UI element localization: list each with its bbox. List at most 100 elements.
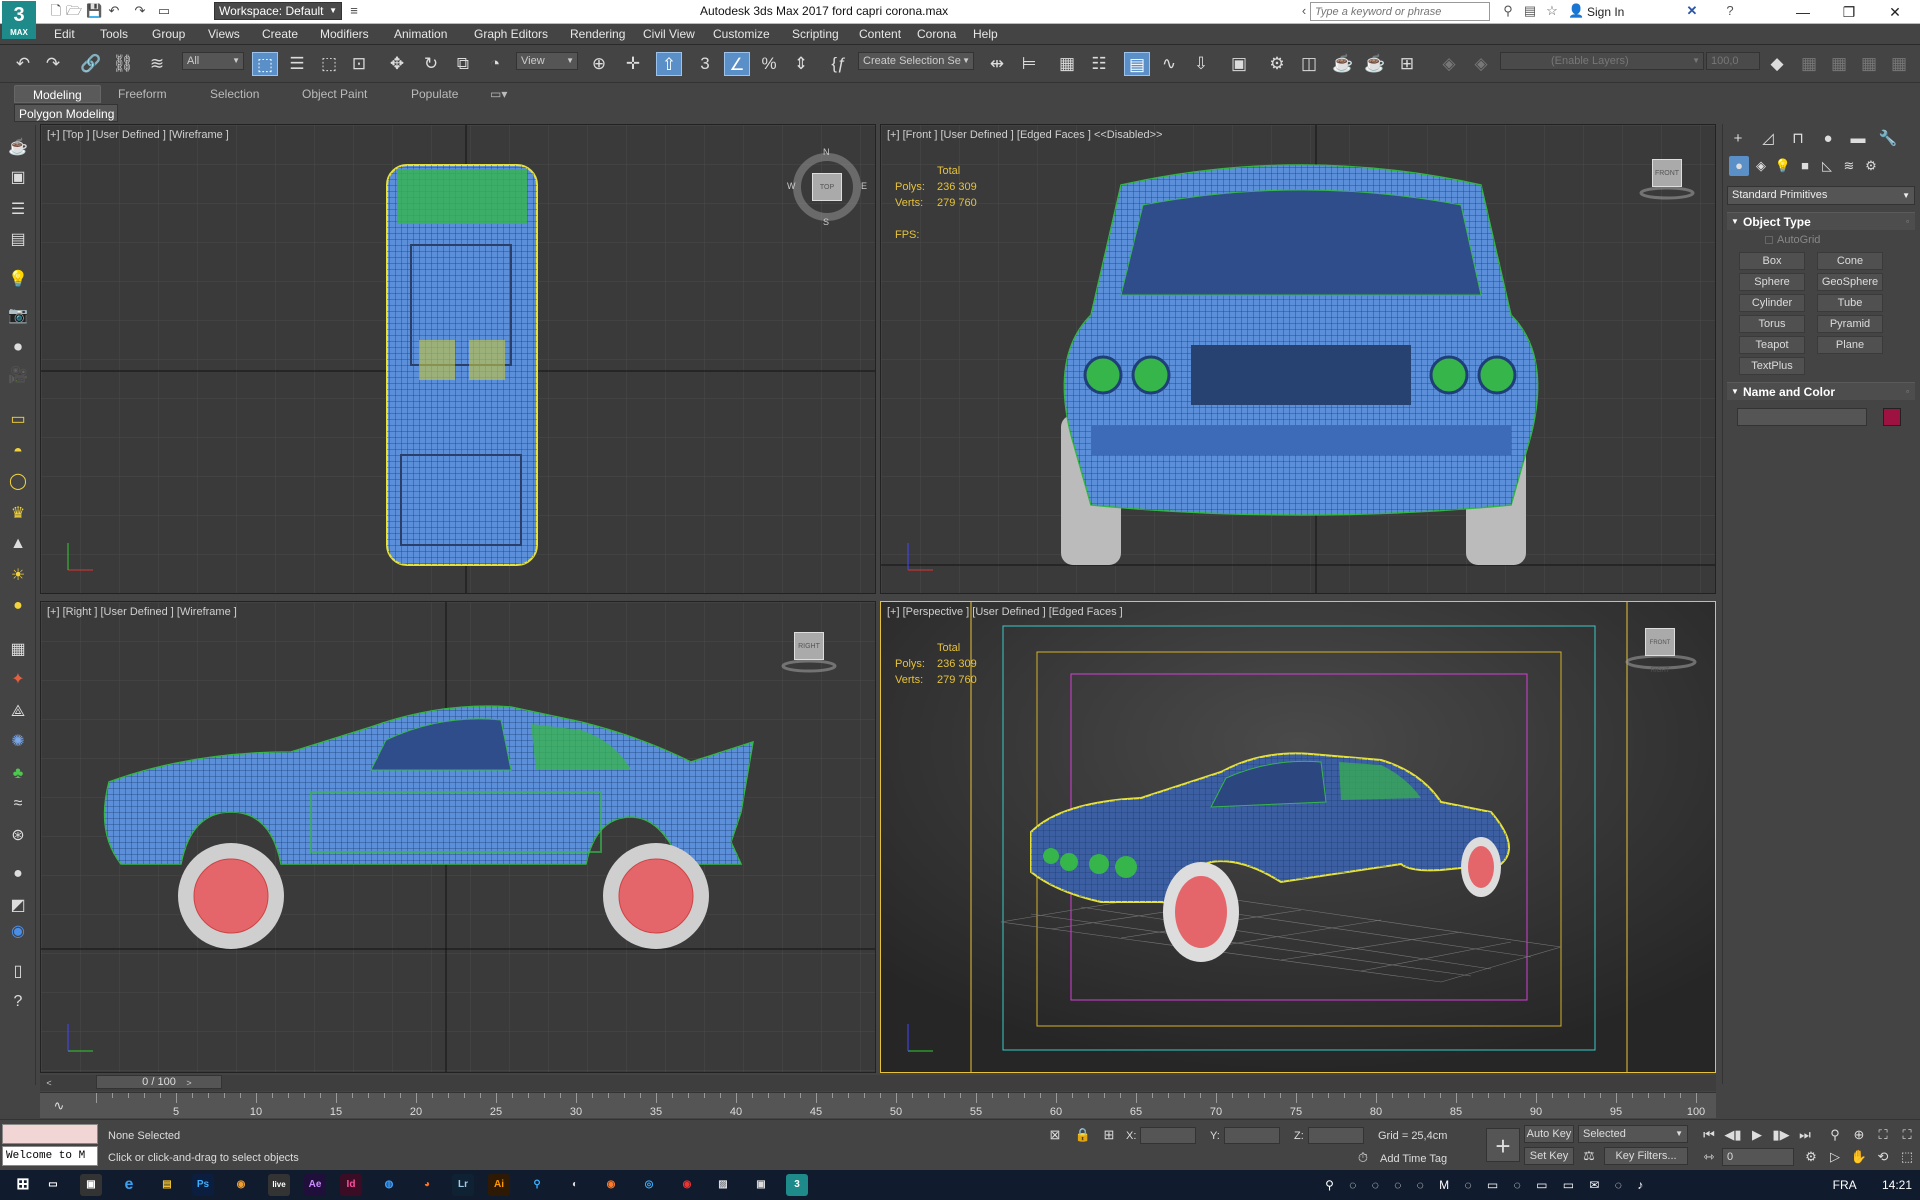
curve-editor-mini-icon[interactable]: ∿ bbox=[50, 1097, 68, 1115]
viewport-label[interactable]: [+] [Front ] [User Defined ] [Edged Face… bbox=[887, 129, 1162, 141]
layer-paste-icon[interactable]: ▦ bbox=[1856, 52, 1882, 76]
help-circle-icon[interactable]: ? bbox=[6, 991, 30, 1013]
sphere-light-icon[interactable]: ◯ bbox=[6, 471, 30, 493]
menu-graph-editors[interactable]: Graph Editors bbox=[474, 27, 548, 41]
pivot-center-icon[interactable]: ⊕ bbox=[586, 52, 612, 76]
sphere-button[interactable]: Sphere bbox=[1739, 273, 1805, 291]
menu-customize[interactable]: Customize bbox=[713, 27, 770, 41]
plane-button[interactable]: Plane bbox=[1817, 336, 1883, 354]
viewcube-face[interactable]: RIGHT bbox=[794, 632, 824, 660]
particles-icon[interactable]: ✦ bbox=[6, 669, 30, 691]
a360-render-icon[interactable]: ⊞ bbox=[1394, 52, 1420, 76]
viewcube-front[interactable]: FRONT bbox=[1639, 155, 1695, 205]
modify-tab-icon[interactable]: ◿ bbox=[1757, 128, 1779, 150]
isolate-selection-icon[interactable]: ⊠ bbox=[1046, 1126, 1064, 1144]
layer-tool-icon[interactable]: ◆ bbox=[1764, 52, 1790, 76]
live-icon[interactable]: live bbox=[268, 1174, 290, 1196]
next-frame-icon[interactable]: ▮▶ bbox=[1772, 1126, 1790, 1144]
hair-icon[interactable]: ≈ bbox=[6, 793, 30, 815]
primitives-dropdown[interactable]: Standard Primitives ▼ bbox=[1727, 186, 1915, 205]
curve-editor-icon[interactable]: ∿ bbox=[1156, 52, 1182, 76]
menu-modifiers[interactable]: Modifiers bbox=[320, 27, 369, 41]
teapot-icon[interactable]: ☕ bbox=[6, 137, 30, 159]
maximize-icon[interactable]: ❐ bbox=[1826, 0, 1872, 24]
tab-freeform[interactable]: Freeform bbox=[118, 87, 167, 101]
menu-animation[interactable]: Animation bbox=[394, 27, 447, 41]
plant-icon[interactable]: ♣ bbox=[6, 763, 30, 785]
menu-help[interactable]: Help bbox=[973, 27, 998, 41]
tube-button[interactable]: Tube bbox=[1817, 294, 1883, 312]
cameras-icon[interactable]: ■ bbox=[1795, 156, 1815, 176]
app-icon-7[interactable]: ▣ bbox=[750, 1174, 772, 1196]
plane-light-icon[interactable]: ▭ bbox=[6, 409, 30, 431]
selection-region-icon[interactable]: ⬚ bbox=[316, 52, 342, 76]
shapes-icon[interactable]: ◈ bbox=[1751, 156, 1771, 176]
x-coordinate-field[interactable] bbox=[1140, 1127, 1196, 1144]
app-icon-3[interactable]: ◐ bbox=[564, 1174, 586, 1196]
pyramid-button[interactable]: Pyramid bbox=[1817, 315, 1883, 333]
utilities-tab-icon[interactable]: 🔧 bbox=[1877, 128, 1899, 150]
helper-icon[interactable]: ⟁ bbox=[6, 701, 30, 723]
cone-icon[interactable]: ▲ bbox=[6, 533, 30, 555]
app-icon-2[interactable]: ◍ bbox=[378, 1174, 400, 1196]
material-editor-icon[interactable]: ▣ bbox=[1226, 52, 1252, 76]
mirror-icon[interactable]: ⇹ bbox=[984, 52, 1010, 76]
video-camera-icon[interactable]: 🎥 bbox=[6, 365, 30, 387]
viewport-perspective[interactable]: [+] [Perspective ] [User Defined ] [Edge… bbox=[880, 601, 1716, 1073]
rotate-icon[interactable]: ↻ bbox=[418, 52, 444, 76]
tab-selection[interactable]: Selection bbox=[210, 87, 259, 101]
time-prev-icon[interactable]: < bbox=[42, 1075, 56, 1091]
menu-tools[interactable]: Tools bbox=[100, 27, 128, 41]
material-icon[interactable]: ◩ bbox=[6, 895, 30, 917]
maxscript-mini-listener-top[interactable] bbox=[2, 1124, 98, 1144]
menu-scripting[interactable]: Scripting bbox=[792, 27, 839, 41]
toggle-scene-explorer-icon[interactable]: ▦ bbox=[1054, 52, 1080, 76]
menu-group[interactable]: Group bbox=[152, 27, 185, 41]
texture-icon[interactable]: ⊛ bbox=[6, 825, 30, 847]
render-production-icon[interactable]: ☕ bbox=[1330, 52, 1356, 76]
cylinder-button[interactable]: Cylinder bbox=[1739, 294, 1805, 312]
name-and-color-rollout[interactable]: ▼ Name and Color ▫ bbox=[1727, 382, 1915, 400]
play-icon[interactable]: ▶ bbox=[1748, 1126, 1766, 1144]
search-input[interactable] bbox=[1310, 2, 1490, 21]
autogrid-checkbox[interactable]: AutoGrid bbox=[1765, 234, 1820, 246]
light-bulb-icon[interactable]: 💡 bbox=[6, 269, 30, 291]
move-icon[interactable]: ✥ bbox=[384, 52, 410, 76]
undo-icon[interactable]: ↶ bbox=[10, 52, 36, 76]
tab-modeling[interactable]: Modeling bbox=[14, 85, 101, 103]
tab-object-paint[interactable]: Object Paint bbox=[302, 87, 367, 101]
select-manipulate-icon[interactable]: ✛ bbox=[620, 52, 646, 76]
3dsmax-taskbar-icon[interactable]: 3 bbox=[786, 1174, 808, 1196]
chrome-icon[interactable]: ◉ bbox=[230, 1174, 252, 1196]
viewcube-top[interactable]: TOP N E S W bbox=[787, 147, 867, 227]
photoshop-icon[interactable]: Ps bbox=[192, 1174, 214, 1196]
y-coordinate-field[interactable] bbox=[1224, 1127, 1280, 1144]
globe-icon[interactable]: ✺ bbox=[6, 731, 30, 753]
help-icon[interactable]: ? bbox=[1722, 3, 1738, 19]
previous-frame-icon[interactable]: ◀▮ bbox=[1724, 1126, 1742, 1144]
select-object-icon[interactable]: ⬚ bbox=[252, 52, 278, 76]
tab-populate[interactable]: Populate bbox=[411, 87, 458, 101]
render-setup-icon[interactable]: ⚙ bbox=[1264, 52, 1290, 76]
save-icon[interactable]: 💾 bbox=[86, 3, 102, 19]
go-to-end-icon[interactable]: ⏭ bbox=[1796, 1126, 1814, 1144]
viewport-label[interactable]: [+] [Top ] [User Defined ] [Wireframe ] bbox=[47, 129, 229, 141]
search-app-icon[interactable]: ⚲ bbox=[526, 1174, 548, 1196]
go-to-start-icon[interactable]: ⏮ bbox=[1700, 1126, 1718, 1144]
app-icon-5[interactable]: ◎ bbox=[638, 1174, 660, 1196]
viewcube-perspective[interactable]: FRONT RIGHT bbox=[1625, 624, 1697, 674]
viewport-right[interactable]: [+] [Right ] [User Defined ] [Wireframe … bbox=[40, 601, 876, 1073]
selection-lock-icon[interactable]: 🔒 bbox=[1074, 1126, 1092, 1144]
list-icon[interactable]: ☰ bbox=[6, 199, 30, 221]
binoculars-icon[interactable]: ⚲ bbox=[1500, 3, 1516, 19]
object-color-swatch[interactable] bbox=[1883, 408, 1901, 426]
snaps-toggle-icon[interactable]: 3 bbox=[692, 52, 718, 76]
grid-icon[interactable]: ▦ bbox=[6, 639, 30, 661]
create-tab-icon[interactable]: + bbox=[1727, 128, 1749, 150]
select-by-name-icon[interactable]: ☰ bbox=[284, 52, 310, 76]
minimize-icon[interactable]: — bbox=[1780, 0, 1826, 24]
explorer-icon[interactable]: ▤ bbox=[156, 1174, 178, 1196]
language-indicator[interactable]: FRA bbox=[1833, 1178, 1857, 1192]
redo-icon[interactable]: ↷ bbox=[40, 52, 66, 76]
favorites-icon[interactable]: ☆ bbox=[1544, 3, 1560, 19]
